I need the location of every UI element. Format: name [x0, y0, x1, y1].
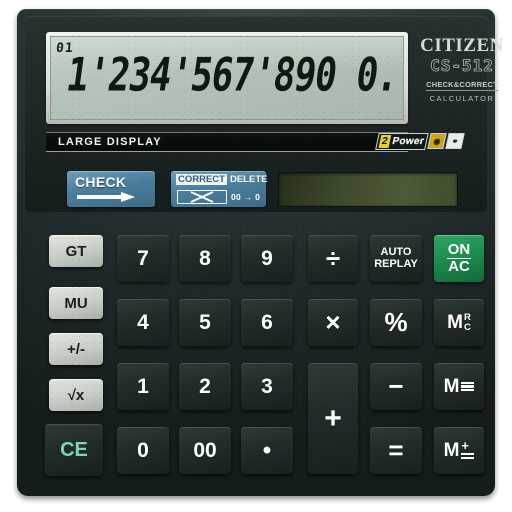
brand-subtitle-2: CALCULATOR: [429, 94, 495, 103]
mem-minus-m: M: [443, 375, 460, 397]
mem-minus-bars: [461, 381, 475, 392]
delete-button-label: DELETE: [229, 174, 268, 185]
mrc-m: M: [447, 311, 463, 333]
correct-delete-button[interactable]: CORRECT DELETE 00 → 0: [171, 171, 267, 207]
key-decimal-point[interactable]: •: [241, 427, 293, 474]
brand-block: CITIZEN CS-512 CHECK&CORRECT CALCULATOR: [417, 36, 507, 103]
battery-icon: ⚭: [445, 133, 465, 149]
correct-note: 00 → 0: [231, 192, 261, 202]
solar-cell-icon: ◉: [427, 133, 447, 149]
upper-face-plate: 01 1'234'567'890 0. CITIZEN CS-512 CHECK…: [25, 16, 503, 212]
key-3[interactable]: 3: [241, 363, 293, 410]
power-badge-word: Power: [391, 135, 426, 147]
brand-subtitle-1: CHECK&CORRECT: [426, 80, 498, 91]
power-badge-count: 2: [378, 134, 391, 148]
ac-label: AC: [448, 258, 470, 275]
correct-button-label: CORRECT: [176, 174, 227, 185]
key-multiply[interactable]: ×: [308, 299, 358, 346]
mem-plus-m: M: [443, 439, 460, 461]
key-9[interactable]: 9: [241, 235, 293, 282]
screenshot-root: 01 1'234'567'890 0. CITIZEN CS-512 CHECK…: [0, 0, 512, 512]
key-plus[interactable]: +: [308, 363, 358, 474]
key-memory-plus[interactable]: M +: [434, 427, 484, 474]
key-memory-recall-clear[interactable]: M R C: [434, 299, 484, 346]
mem-plus-sign: +: [461, 438, 469, 454]
memory-plus-glyph: M +: [443, 438, 475, 462]
crossed-box-icon: [177, 190, 227, 204]
auto-replay-line-2: REPLAY: [374, 257, 418, 270]
key-clear-entry[interactable]: CE: [45, 424, 103, 476]
check-button-label: CHECK: [75, 174, 127, 190]
display-value: 1'234'567'890 0.: [63, 50, 402, 103]
key-minus[interactable]: −: [370, 363, 422, 410]
key-auto-replay[interactable]: AUTO REPLAY: [370, 235, 422, 282]
key-0[interactable]: 0: [117, 427, 169, 474]
auto-replay-line-1: AUTO: [380, 245, 412, 258]
check-button[interactable]: CHECK: [67, 171, 155, 207]
large-display-strip: LARGE DISPLAY: [46, 132, 408, 152]
key-on-ac[interactable]: ON AC: [434, 235, 484, 282]
brand-name: CITIZEN: [420, 35, 504, 56]
model-number: CS-512: [430, 56, 494, 75]
mrc-rc: R C: [464, 313, 471, 332]
main-display: 01 1'234'567'890 0.: [50, 36, 404, 120]
key-square-root[interactable]: √x: [49, 379, 103, 411]
secondary-display: [278, 172, 458, 207]
memory-minus-glyph: M: [444, 376, 475, 398]
on-ac-stack: ON AC: [446, 241, 472, 275]
large-display-label: LARGE DISPLAY: [58, 136, 162, 148]
key-8[interactable]: 8: [179, 235, 231, 282]
key-1[interactable]: 1: [117, 363, 169, 410]
key-double-zero[interactable]: 00: [179, 427, 231, 474]
power-badge: 2 Power ◉ ⚭: [375, 132, 465, 150]
on-label: ON: [446, 241, 472, 259]
correct-labels: CORRECT DELETE: [176, 174, 267, 185]
key-4[interactable]: 4: [117, 299, 169, 346]
right-arrow-icon: [77, 192, 135, 202]
key-grand-total[interactable]: GT: [49, 235, 103, 267]
key-divide[interactable]: ÷: [308, 235, 358, 282]
key-2[interactable]: 2: [179, 363, 231, 410]
mem-plus-bars: +: [461, 438, 475, 459]
key-5[interactable]: 5: [179, 299, 231, 346]
lcd-bezel: 01 1'234'567'890 0.: [46, 32, 408, 124]
key-markup[interactable]: MU: [49, 287, 103, 319]
key-sign-change[interactable]: +/-: [49, 333, 103, 365]
key-7[interactable]: 7: [117, 235, 169, 282]
calculator-body: 01 1'234'567'890 0. CITIZEN CS-512 CHECK…: [17, 9, 503, 496]
power-badge-frame: 2 Power: [375, 132, 429, 150]
key-equals[interactable]: =: [370, 427, 422, 474]
mrc-glyph: M R C: [447, 312, 471, 334]
keypad: GT MU +/- √x CE 7 8 9 4 5 6 1 2 3 0 00 •…: [25, 221, 487, 487]
key-6[interactable]: 6: [241, 299, 293, 346]
key-percent[interactable]: %: [370, 299, 422, 346]
key-memory-minus[interactable]: M: [434, 363, 484, 410]
mrc-c: C: [463, 321, 471, 333]
